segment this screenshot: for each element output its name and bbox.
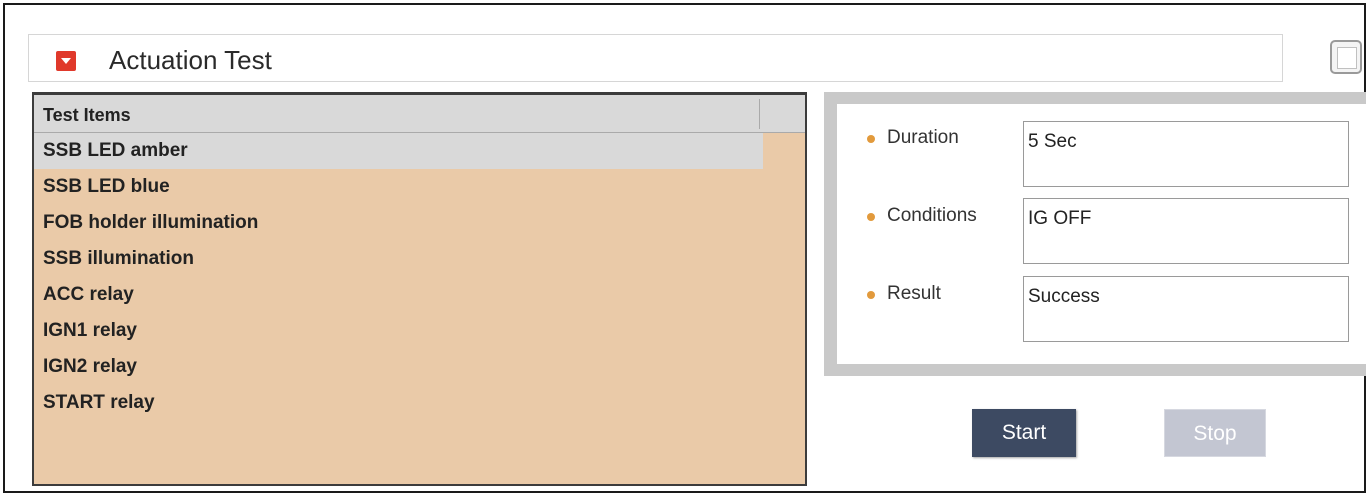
list-item[interactable]: SSB illumination xyxy=(34,241,805,277)
column-divider xyxy=(759,99,760,129)
stop-button[interactable]: Stop xyxy=(1164,409,1266,457)
duration-field[interactable]: 5 Sec xyxy=(1023,121,1349,187)
duration-label: Duration xyxy=(887,127,959,148)
list-item[interactable]: FOB holder illumination xyxy=(34,205,805,241)
bullet-icon xyxy=(867,213,875,221)
conditions-value: IG OFF xyxy=(1028,208,1092,229)
duration-value: 5 Sec xyxy=(1028,131,1077,152)
conditions-label: Conditions xyxy=(887,205,977,226)
bullet-icon xyxy=(867,135,875,143)
collapse-arrow-icon[interactable] xyxy=(56,51,76,71)
result-value: Success xyxy=(1028,286,1100,307)
start-button[interactable]: Start xyxy=(972,409,1076,457)
list-item[interactable]: START relay xyxy=(34,385,805,421)
result-label: Result xyxy=(887,283,941,304)
conditions-field[interactable]: IG OFF xyxy=(1023,198,1349,264)
list-items-container: SSB LED amber SSB LED blue FOB holder il… xyxy=(34,133,805,421)
column-header-test-items[interactable]: Test Items xyxy=(43,105,131,126)
panel-title: Actuation Test xyxy=(109,45,272,75)
list-item[interactable]: SSB LED amber xyxy=(34,133,763,169)
result-field[interactable]: Success xyxy=(1023,276,1349,342)
test-detail-content: Duration 5 Sec Conditions IG OFF Result … xyxy=(837,104,1366,364)
test-items-list: Test Items SSB LED amber SSB LED blue FO… xyxy=(32,92,807,486)
list-item[interactable]: IGN1 relay xyxy=(34,313,805,349)
test-detail-panel: Duration 5 Sec Conditions IG OFF Result … xyxy=(824,92,1366,376)
list-item[interactable]: ACC relay xyxy=(34,277,805,313)
window-toggle-button[interactable] xyxy=(1330,40,1362,74)
list-item[interactable]: IGN2 relay xyxy=(34,349,805,385)
list-header: Test Items xyxy=(34,95,805,133)
panel-title-bar: Actuation Test xyxy=(28,34,1283,82)
bullet-icon xyxy=(867,291,875,299)
list-item[interactable]: SSB LED blue xyxy=(34,169,805,205)
